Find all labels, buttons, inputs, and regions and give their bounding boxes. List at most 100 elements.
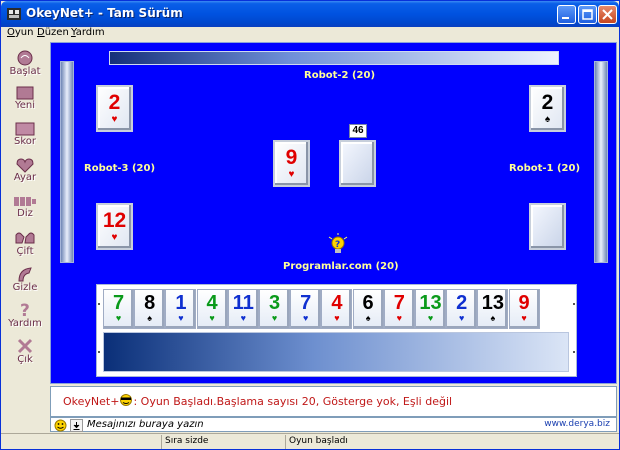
player-rack: 7 ♥ 8 ♠ 1 ♥ 4 ♥ 11 ♥ 3 ♥ 7 ♥ 4 ♥ 6 ♠ 7 ♥ 13 ♥ 2 ♥ 13 ♠ 9 ♥ <box>96 284 577 377</box>
menu-yardim[interactable]: Yardım <box>71 27 105 38</box>
rack-tile[interactable]: 7 ♥ <box>103 289 134 329</box>
heart-icon: ♥ <box>115 313 122 323</box>
tile-number: 2 <box>541 91 554 114</box>
rack-marker <box>573 351 575 353</box>
tile-number: 6 <box>362 292 374 314</box>
sunglasses-smiley-icon <box>120 394 133 406</box>
svg-text:?: ? <box>335 240 340 250</box>
message-input[interactable]: Mesajınızı buraya yazın <box>87 419 204 430</box>
discard-tile-center[interactable]: 9 ♥ <box>273 140 310 187</box>
heart-icon: ♥ <box>459 313 465 323</box>
score-icon <box>15 122 35 136</box>
rack-marker <box>573 303 575 305</box>
rack-tile[interactable]: 1 ♥ <box>165 289 197 329</box>
heart-icon: ♥ <box>334 313 340 323</box>
smiley-icon[interactable] <box>54 419 67 432</box>
tile-number: 12 <box>102 209 127 232</box>
app-icon <box>7 8 21 20</box>
heart-icon: ♥ <box>521 313 527 323</box>
discard-slot-robot1[interactable] <box>529 203 566 250</box>
score-button[interactable]: Skor <box>3 119 47 153</box>
robot3-rack <box>60 61 74 263</box>
side-toolbar: Başlat Yeni Skor Ayar Diz Çift Gizle ? Y <box>3 43 47 383</box>
status-pane-1 <box>1 435 161 449</box>
rack-tile[interactable]: 13 ♥ <box>415 289 446 329</box>
robot1-rack <box>594 61 608 263</box>
rack-tile[interactable]: 3 ♥ <box>259 289 290 329</box>
exit-icon <box>17 338 33 354</box>
settings-icon <box>16 158 34 173</box>
hide-button[interactable]: Gizle <box>3 263 47 297</box>
maximize-button[interactable] <box>578 5 597 24</box>
discard-tile-robot1-top[interactable]: 2 ♠ <box>529 85 566 132</box>
new-button[interactable]: Yeni <box>3 83 47 117</box>
rack-tile[interactable]: 11 ♥ <box>227 289 259 329</box>
tile-number: 7 <box>300 292 312 314</box>
close-icon <box>602 9 613 20</box>
chat-log: OkeyNet+: Oyun Başladı.Başlama sayısı 20… <box>50 386 617 417</box>
settings-button[interactable]: Ayar <box>3 155 47 189</box>
exit-button[interactable]: Çık <box>3 335 47 369</box>
player-label-me: Programlar.com (20) <box>283 261 399 272</box>
rack-tile[interactable]: 7 ♥ <box>383 289 415 329</box>
rack-empty-row[interactable] <box>103 332 569 372</box>
menu-bar: Oyun Düzen Yardım <box>1 27 619 41</box>
game-table: Robot-2 (20) Robot-3 (20) Robot-1 (20) P… <box>50 42 617 384</box>
tile-number: 7 <box>393 292 405 314</box>
tile-number: 8 <box>144 292 156 314</box>
robot2-rack <box>109 51 559 65</box>
lightbulb-icon: ? <box>328 233 348 253</box>
start-icon <box>17 50 33 66</box>
message-input-row: Mesajınızı buraya yazın www.derya.biz <box>50 417 617 432</box>
rack-tile[interactable]: 2 ♥ <box>446 289 478 329</box>
download-icon[interactable] <box>70 419 83 432</box>
heart-icon: ♥ <box>271 313 278 323</box>
heart-icon: ♥ <box>178 313 184 323</box>
draw-pile[interactable] <box>339 140 376 187</box>
rack-tile[interactable]: 8 ♠ <box>134 289 166 329</box>
heart-icon: ♥ <box>111 232 118 243</box>
title-bar[interactable]: OkeyNet+ - Tam Sürüm <box>1 1 619 27</box>
arrange-button[interactable]: Diz <box>3 191 47 225</box>
website-link[interactable]: www.derya.biz <box>544 419 610 429</box>
pairs-icon <box>15 232 35 244</box>
new-icon <box>16 86 34 100</box>
tile-number: 11 <box>232 292 254 314</box>
chat-text: : Oyun Başladı.Başlama sayısı 20, Göster… <box>133 395 453 408</box>
close-button[interactable] <box>598 5 617 24</box>
discard-tile-robot3-top[interactable]: 2 ♥ <box>96 85 133 132</box>
maximize-icon <box>582 9 593 20</box>
menu-oyun[interactable]: Oyun <box>7 27 33 38</box>
heart-icon: ♥ <box>427 313 434 323</box>
app-window: OkeyNet+ - Tam Sürüm Oyun Düzen Yardım B… <box>0 0 620 450</box>
status-bar: Sıra sizde Oyun başladı <box>1 433 619 449</box>
rack-tile[interactable]: 7 ♥ <box>290 289 322 329</box>
status-turn: Sıra sizde <box>161 435 285 449</box>
start-button[interactable]: Başlat <box>3 47 47 81</box>
help-icon: ? <box>20 301 30 319</box>
rack-tile[interactable]: 13 ♠ <box>477 289 509 329</box>
minimize-button[interactable] <box>557 5 576 24</box>
rack-tile[interactable]: 6 ♠ <box>352 289 384 329</box>
tile-number: 9 <box>518 292 530 314</box>
heart-icon: ♥ <box>396 313 402 323</box>
tile-number: 2 <box>108 91 121 114</box>
rack-marker <box>98 351 100 353</box>
pairs-button[interactable]: Çift <box>3 227 47 261</box>
tile-number: 4 <box>206 292 218 314</box>
tile-number: 7 <box>112 292 125 314</box>
hide-icon <box>18 267 32 282</box>
heart-icon: ♥ <box>111 114 118 125</box>
spade-icon: ♠ <box>147 313 153 323</box>
rack-tile[interactable]: 4 ♥ <box>196 289 228 329</box>
help-button[interactable]: ? Yardım <box>3 299 47 333</box>
tile-number: 4 <box>331 292 343 314</box>
heart-icon: ♥ <box>303 313 309 323</box>
discard-tile-robot3-bottom[interactable]: 12 ♥ <box>96 203 133 250</box>
rack-tile[interactable]: 9 ♥ <box>508 289 540 329</box>
tile-number: 9 <box>285 146 298 169</box>
spade-icon: ♠ <box>544 114 551 125</box>
rack-tile[interactable]: 4 ♥ <box>321 289 353 329</box>
tile-number: 3 <box>268 292 281 314</box>
menu-duzen[interactable]: Düzen <box>37 27 69 38</box>
